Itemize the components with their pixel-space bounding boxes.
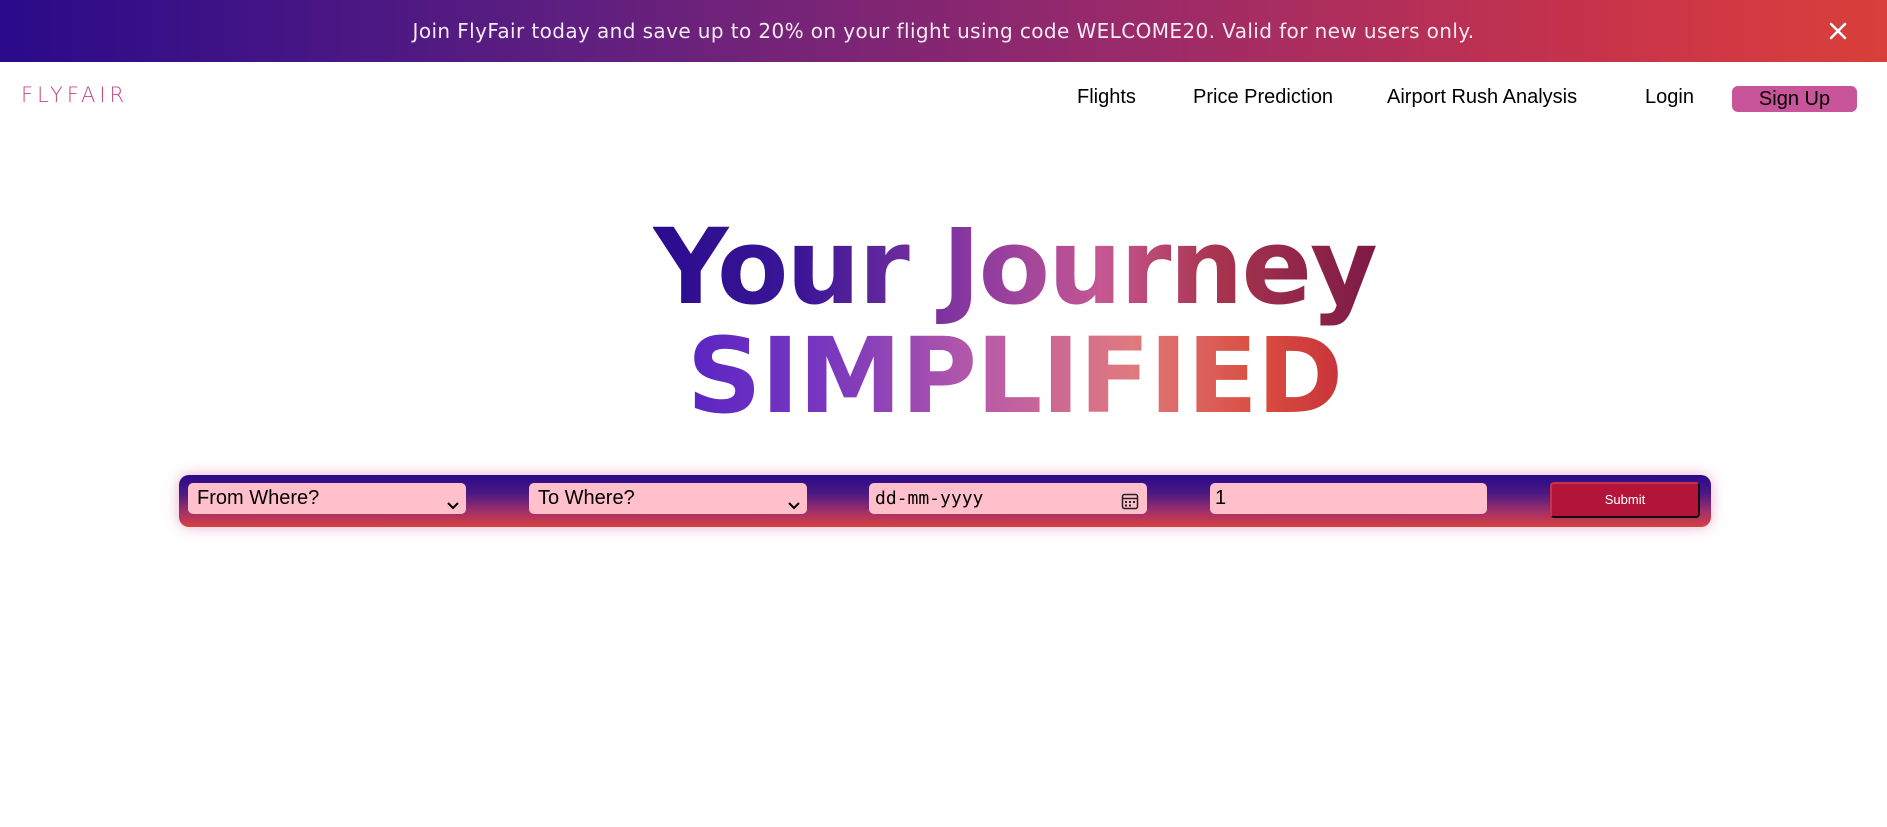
calendar-icon[interactable] [1121,489,1139,520]
nav-price-prediction[interactable]: Price Prediction [1193,86,1333,109]
logo[interactable]: FLYFAIR [21,83,128,107]
chevron-down-icon [787,492,801,523]
hero-title-text: Your Journey [653,206,1378,328]
to-select-value: To Where? [538,487,635,509]
nav-airport-rush-analysis[interactable]: Airport Rush Analysis [1387,86,1577,109]
site-header: FLYFAIR Flights Price Prediction Airport… [0,62,1887,134]
hero-title-line1: Your Journey [0,207,1887,327]
chevron-down-icon [446,492,460,523]
from-select[interactable]: From Where? [188,483,466,514]
login-link[interactable]: Login [1645,86,1694,109]
date-input[interactable]: dd-mm-yyyy [869,483,1147,514]
submit-button[interactable]: Submit [1550,482,1700,518]
nav-flights[interactable]: Flights [1077,86,1136,109]
from-select-value: From Where? [197,487,320,509]
hero-subtitle-text: SIMPLIFIED [686,315,1343,437]
flight-search-bar: From Where? To Where? dd-mm-yyyy 1 Submi… [179,475,1711,527]
promo-text: Join FlyFair today and save up to 20% on… [412,19,1475,43]
to-select[interactable]: To Where? [529,483,807,514]
promo-banner: Join FlyFair today and save up to 20% on… [0,0,1887,62]
date-input-placeholder: dd-mm-yyyy [875,488,984,509]
passengers-input[interactable]: 1 [1210,483,1487,514]
hero-title-line2: SIMPLIFIED [0,316,1887,436]
passengers-value: 1 [1215,487,1227,509]
close-icon[interactable] [1825,18,1851,44]
sign-up-button[interactable]: Sign Up [1732,86,1857,112]
